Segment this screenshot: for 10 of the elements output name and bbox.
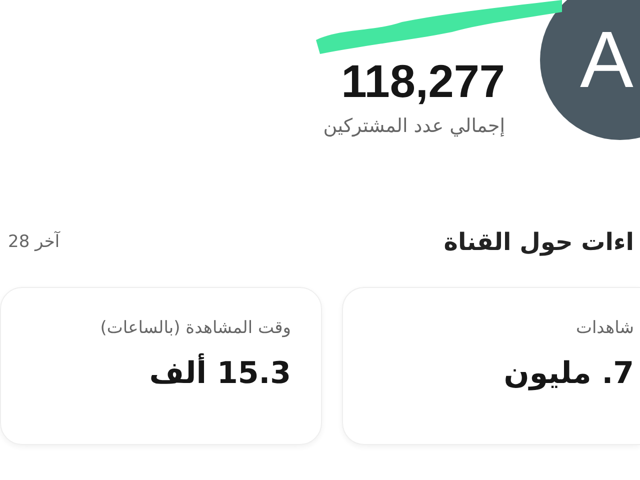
subscriber-count: 118,277	[341, 56, 505, 107]
stat-value: 7. مليون	[504, 356, 634, 391]
section-title: اءات حول القناة	[444, 228, 634, 256]
stat-label: وقت المشاهدة (بالساعات)	[100, 318, 291, 338]
stat-label: شاهدات	[576, 318, 634, 338]
stat-card[interactable]: شاهدات 7. مليون	[342, 287, 640, 445]
avatar: A	[540, 0, 640, 140]
period-label[interactable]: آخر 28	[8, 232, 60, 252]
subscriber-label: إجمالي عدد المشتركين	[323, 114, 505, 137]
stat-card[interactable]: وقت المشاهدة (بالساعات) 15.3 ألف	[0, 287, 322, 445]
